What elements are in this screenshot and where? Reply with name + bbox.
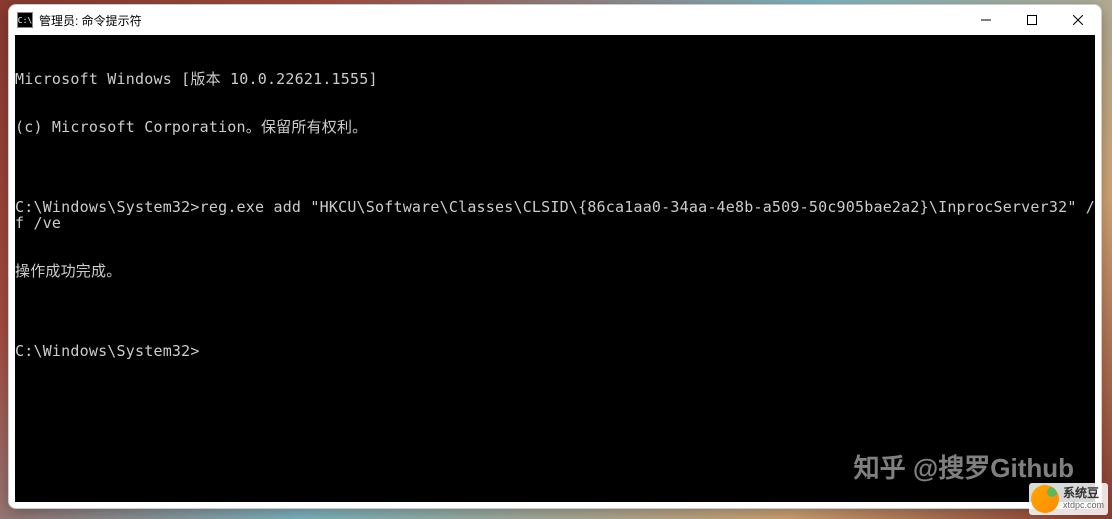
titlebar[interactable]: C:\ 管理员: 命令提示符 <box>9 5 1101 35</box>
cmd-icon: C:\ <box>17 12 33 28</box>
terminal-output: 操作成功完成。 <box>15 263 1095 279</box>
terminal-prompt-line: C:\Windows\System32> <box>15 343 1095 359</box>
maximize-button[interactable] <box>1009 5 1055 35</box>
window-controls <box>963 5 1101 35</box>
terminal-body[interactable]: Microsoft Windows [版本 10.0.22621.1555] (… <box>15 35 1095 502</box>
maximize-icon <box>1027 15 1037 25</box>
terminal-output: Microsoft Windows [版本 10.0.22621.1555] <box>15 71 1095 87</box>
window-title: 管理员: 命令提示符 <box>39 12 963 29</box>
prompt: C:\Windows\System32> <box>15 342 200 360</box>
cmd-window: C:\ 管理员: 命令提示符 Microsoft Windows [版本 10.… <box>8 4 1102 509</box>
close-icon <box>1073 15 1083 25</box>
minimize-button[interactable] <box>963 5 1009 35</box>
terminal-output: (c) Microsoft Corporation。保留所有权利。 <box>15 119 1095 135</box>
terminal-command-line: C:\Windows\System32>reg.exe add "HKCU\So… <box>15 199 1095 231</box>
minimize-icon <box>981 15 991 25</box>
close-button[interactable] <box>1055 5 1101 35</box>
